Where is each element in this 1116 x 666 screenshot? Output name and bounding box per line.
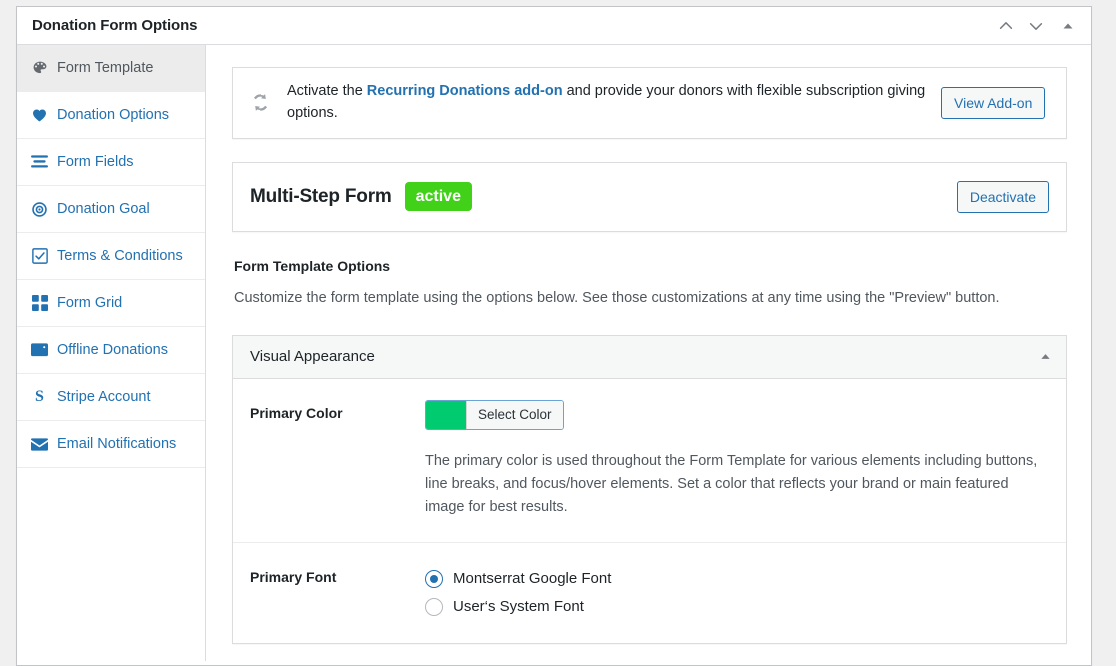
list-icon (31, 154, 48, 171)
radio-label: User‘s System Font (453, 598, 584, 616)
triangle-up-icon[interactable] (1051, 9, 1085, 43)
page-title: Donation Form Options (32, 17, 198, 34)
recurring-donations-addon-link[interactable]: Recurring Donations add-on (367, 83, 563, 99)
donation-form-options-metabox: Donation Form Options Form Template Dona… (16, 6, 1092, 666)
primary-font-label: Primary Font (250, 568, 337, 585)
view-addon-button[interactable]: View Add-on (941, 86, 1046, 119)
visual-appearance-panel: Visual Appearance Primary Color Select C… (232, 334, 1067, 644)
radio-button[interactable] (425, 569, 443, 588)
sidebar-item-donation-goal[interactable]: Donation Goal (17, 186, 205, 233)
sidebar-item-label: Donation Goal (57, 200, 150, 217)
sidebar-item-stripe-account[interactable]: S Stripe Account (17, 374, 205, 421)
sidebar-item-form-grid[interactable]: Form Grid (17, 280, 205, 327)
sidebar-item-label: Email Notifications (57, 435, 177, 452)
sidebar-item-label: Form Template (57, 59, 154, 76)
color-swatch[interactable] (426, 400, 466, 429)
template-name: Multi-Step Form (250, 185, 392, 207)
color-picker[interactable]: Select Color (425, 399, 564, 430)
addon-notice-text: Activate the Recurring Donations add-on … (287, 81, 927, 125)
triangle-up-icon[interactable] (1039, 350, 1052, 363)
sidebar-item-label: Form Fields (57, 153, 134, 170)
select-color-button[interactable]: Select Color (466, 400, 563, 429)
envelope-icon (31, 436, 48, 453)
primary-font-control: Montserrat Google Font User‘s System Fon… (425, 564, 1049, 621)
target-icon (31, 201, 48, 218)
sidebar-item-email-notifications[interactable]: Email Notifications (17, 421, 205, 468)
stripe-icon: S (35, 388, 44, 405)
metabox-handle-actions (991, 9, 1085, 43)
visual-appearance-panel-body: Primary Color Select Color The primary c… (233, 379, 1066, 643)
primary-color-label: Primary Color (250, 404, 343, 421)
settings-sidebar: Form Template Donation Options Form Fiel… (17, 45, 206, 661)
chevron-down-icon[interactable] (1021, 9, 1051, 43)
visual-appearance-panel-header[interactable]: Visual Appearance (233, 335, 1066, 379)
primary-color-control: Select Color The primary color is used t… (425, 399, 1049, 520)
wallet-icon (31, 342, 48, 359)
section-title: Form Template Options (234, 257, 391, 274)
radio-button[interactable] (425, 597, 443, 616)
checkbox-icon (31, 248, 48, 265)
deactivate-button[interactable]: Deactivate (956, 180, 1049, 213)
radio-option-system-font[interactable]: User‘s System Font (425, 593, 1049, 621)
radio-option-montserrat[interactable]: Montserrat Google Font (425, 565, 1049, 593)
sidebar-item-offline-donations[interactable]: Offline Donations (17, 327, 205, 374)
sidebar-item-label: Terms & Conditions (57, 247, 183, 264)
metabox-header: Donation Form Options (17, 7, 1091, 45)
grid-icon (31, 295, 48, 312)
recurring-arrows-icon (247, 90, 273, 115)
chevron-up-icon[interactable] (991, 9, 1021, 43)
sidebar-item-label: Form Grid (57, 294, 123, 311)
section-description: Customize the form template using the op… (234, 289, 1000, 306)
sidebar-item-form-template[interactable]: Form Template (17, 45, 205, 92)
notice-text-before: Activate the (287, 83, 367, 99)
radio-label: Montserrat Google Font (453, 570, 612, 588)
panel-title: Visual Appearance (250, 348, 375, 366)
primary-font-row: Primary Font Montserrat Google Font User… (233, 543, 1066, 643)
palette-icon (31, 60, 48, 77)
active-template-bar: Multi-Step Form active Deactivate (232, 161, 1067, 232)
addon-notice: Activate the Recurring Donations add-on … (232, 67, 1067, 139)
sidebar-item-label: Stripe Account (57, 388, 151, 405)
primary-color-row: Primary Color Select Color The primary c… (233, 379, 1066, 543)
sidebar-item-terms-conditions[interactable]: Terms & Conditions (17, 233, 205, 280)
heart-icon (31, 107, 48, 124)
sidebar-item-label: Donation Options (57, 106, 170, 123)
sidebar-item-donation-options[interactable]: Donation Options (17, 92, 205, 139)
primary-font-radio-group: Montserrat Google Font User‘s System Fon… (425, 564, 1049, 621)
primary-color-help-text: The primary color is used throughout the… (425, 452, 1038, 516)
metabox-body: Form Template Donation Options Form Fiel… (17, 45, 1091, 661)
settings-content: Activate the Recurring Donations add-on … (206, 45, 1091, 661)
sidebar-item-form-fields[interactable]: Form Fields (17, 139, 205, 186)
status-badge: active (404, 182, 472, 211)
sidebar-item-label: Offline Donations (57, 341, 168, 358)
